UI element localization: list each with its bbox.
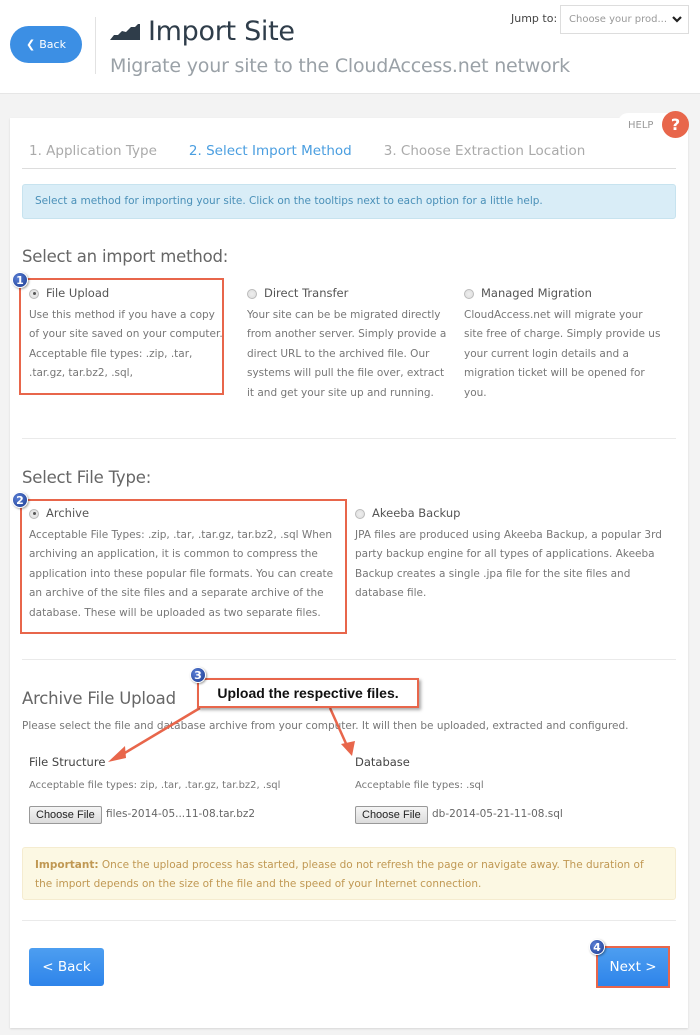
step-select-import-method[interactable]: 2. Select Import Method — [189, 143, 352, 159]
file-structure-choose-file-button[interactable]: Choose File — [29, 806, 102, 824]
header-divider — [95, 17, 96, 74]
database-accepted-types: Acceptable file types: .sql — [355, 780, 484, 791]
upload-description: Please select the file and database arch… — [22, 720, 629, 732]
akeeba-backup-radio[interactable] — [355, 508, 365, 519]
page-subtitle: Migrate your site to the CloudAccess.net… — [110, 55, 570, 77]
akeeba-backup-label[interactable]: Akeeba Backup — [372, 504, 460, 524]
database-choose-file-button[interactable]: Choose File — [355, 806, 428, 824]
archive-label[interactable]: Archive — [46, 504, 89, 524]
managed-migration-radio[interactable] — [464, 288, 474, 299]
annotation-badge-3: 3 — [190, 667, 206, 683]
annotation-badge-2: 2 — [12, 492, 28, 508]
file-structure-label: File Structure — [29, 755, 106, 769]
database-file-name: db-2014-05-21-11-08.sql — [432, 808, 563, 820]
akeeba-backup-description: JPA files are produced using Akeeba Back… — [355, 528, 662, 600]
footer-divider — [22, 920, 676, 921]
direct-transfer-label[interactable]: Direct Transfer — [264, 284, 348, 304]
chevron-left-icon: ❮ — [26, 38, 36, 51]
title-row: Import Site — [110, 16, 295, 47]
file-structure-file-name: files-2014-05...11-08.tar.bz2 — [106, 808, 256, 820]
page-header: ❮ Back Import Site Migrate your site to … — [0, 0, 700, 94]
file-upload-description: Use this method if you have a copy of yo… — [29, 308, 223, 380]
managed-migration-label[interactable]: Managed Migration — [481, 284, 592, 304]
warning-text: Once the upload process has started, ple… — [35, 859, 644, 890]
option-archive: Archive Acceptable File Types: .zip, .ta… — [29, 504, 347, 623]
info-alert: Select a method for importing your site.… — [22, 184, 676, 219]
file-type-heading: Select File Type: — [22, 468, 152, 487]
chart-area-icon — [110, 23, 140, 40]
archive-description: Acceptable File Types: .zip, .tar, .tar.… — [29, 528, 334, 619]
annotation-badge-1: 1 — [12, 272, 28, 288]
warning-strong: Important: — [35, 859, 99, 871]
jump-to-value: Choose your prod... — [569, 14, 668, 25]
file-structure-accepted-types: Acceptable file types: zip, .tar, .tar.g… — [29, 780, 281, 791]
option-direct-transfer: Direct Transfer Your site can be be migr… — [247, 284, 447, 403]
section-divider — [22, 659, 676, 660]
steps-divider — [22, 168, 676, 169]
back-button[interactable]: < Back — [29, 948, 104, 986]
warning-alert: Important: Once the upload process has s… — [22, 847, 676, 900]
option-akeeba-backup: Akeeba Backup JPA files are produced usi… — [355, 504, 670, 604]
step-choose-extraction-location[interactable]: 3. Choose Extraction Location — [384, 143, 586, 159]
chevron-down-icon — [672, 16, 682, 23]
annotation-badge-4: 4 — [589, 939, 605, 955]
jump-to-label: Jump to: — [511, 12, 558, 25]
option-file-upload: File Upload Use this method if you have … — [29, 284, 224, 384]
help-question-icon[interactable]: ? — [662, 111, 689, 138]
file-upload-radio[interactable] — [29, 288, 39, 299]
help-label[interactable]: HELP — [628, 120, 653, 131]
step-application-type[interactable]: 1. Application Type — [29, 143, 157, 159]
page-title: Import Site — [148, 16, 295, 47]
upload-heading: Archive File Upload — [22, 689, 176, 708]
direct-transfer-radio[interactable] — [247, 288, 257, 299]
managed-migration-description: CloudAccess.net will migrate your site f… — [464, 308, 661, 399]
option-managed-migration: Managed Migration CloudAccess.net will m… — [464, 284, 664, 403]
next-button[interactable]: Next > — [598, 948, 668, 986]
section-divider — [22, 438, 676, 439]
import-method-heading: Select an import method: — [22, 247, 229, 266]
direct-transfer-description: Your site can be be migrated directly fr… — [247, 308, 447, 399]
database-label: Database — [355, 755, 410, 769]
file-upload-label[interactable]: File Upload — [46, 284, 109, 304]
header-back-button[interactable]: ❮ Back — [10, 26, 82, 63]
archive-radio[interactable] — [29, 508, 39, 519]
annotation-callout: Upload the respective files. — [197, 678, 419, 708]
wizard-steps: 1. Application Type 2. Select Import Met… — [29, 143, 617, 159]
header-back-label: Back — [39, 38, 66, 51]
jump-to-select[interactable]: Choose your prod... — [560, 5, 689, 34]
